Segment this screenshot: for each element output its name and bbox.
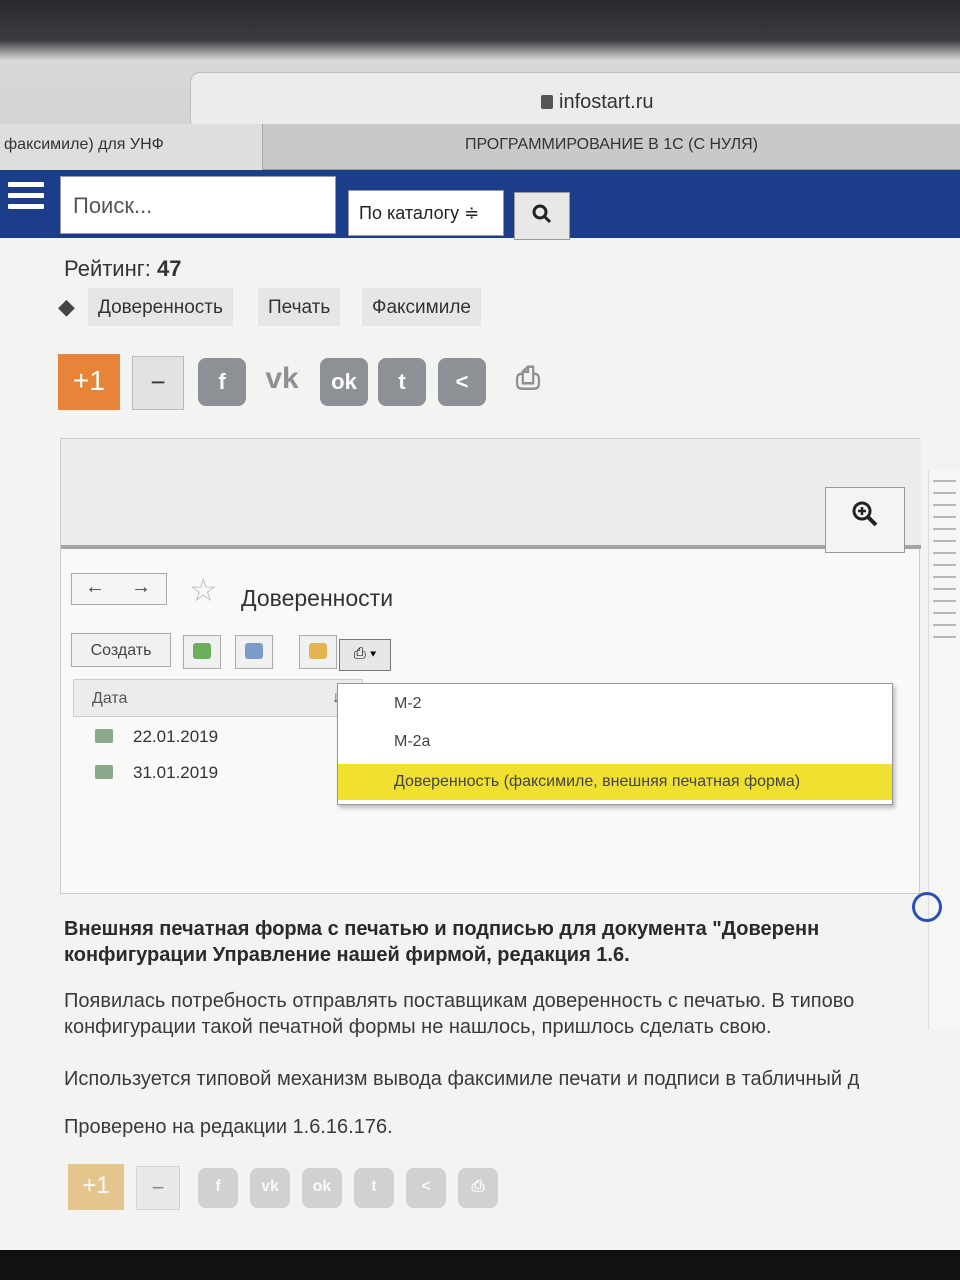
search-input[interactable]: Поиск... (60, 176, 336, 234)
forward-arrow-icon[interactable]: → (118, 574, 164, 599)
twitter-icon[interactable]: t (354, 1168, 394, 1208)
lock-icon (541, 95, 553, 109)
row-date: 31.01.2019 (133, 763, 219, 782)
grid-header: Дата ↓ (73, 679, 363, 717)
catalog-select[interactable]: По каталогу ≑ (348, 190, 504, 236)
search-icon (532, 204, 552, 224)
paragraph-3: Проверено на редакции 1.6.16.176. (64, 1116, 393, 1138)
minus-button-bottom[interactable]: − (136, 1166, 180, 1210)
panel-top (61, 439, 921, 549)
document-icon (95, 765, 113, 779)
page: Поиск... По каталогу ≑ Рейтинг: 47 ◆ Дов… (0, 170, 960, 1250)
p1-line-2: конфигурации такой печатной формы не наш… (64, 1016, 772, 1038)
description-title: Внешняя печатная форма с печатью и подпи… (64, 916, 960, 968)
share-row-bottom: +1 − f vk ok t < ⎙ (68, 1164, 528, 1210)
based-on-icon (245, 643, 263, 659)
share-row: +1 − f vk ok t < ⎙ (58, 354, 578, 414)
star-icon[interactable]: ☆ (189, 571, 218, 609)
rating: Рейтинг: 47 (64, 256, 182, 282)
paragraph-2: Используется типовой механизм вывода фак… (64, 1068, 860, 1090)
rating-value: 47 (157, 256, 182, 281)
menu-item-m2a[interactable]: М-2а (338, 724, 892, 760)
tag-facsimile[interactable]: Факсимиле (362, 288, 481, 326)
title-line-1: Внешняя печатная форма с печатью и подпи… (64, 918, 820, 940)
paragraph-1: Появилась потребность отправлять поставщ… (64, 988, 960, 1040)
vk-icon[interactable]: vk (250, 1168, 290, 1208)
table-row[interactable]: 22.01.2019 (73, 719, 363, 755)
p1-line-1: Появилась потребность отправлять поставщ… (64, 990, 855, 1012)
plus-one-button-bottom[interactable]: +1 (68, 1164, 124, 1210)
site-header: Поиск... По каталогу ≑ (0, 170, 960, 240)
url-value: infostart.ru (559, 91, 654, 113)
table-row[interactable]: 31.01.2019 (73, 755, 363, 791)
browser-tabs: факсимиле) для УНФ ПРОГРАММИРОВАНИЕ В 1С… (0, 124, 960, 170)
odnoklassniki-icon[interactable]: ok (302, 1168, 342, 1208)
tag-print[interactable]: Печать (258, 288, 341, 326)
menu-item-m2[interactable]: М-2 (338, 686, 892, 722)
print-icon[interactable]: ⎙ (504, 358, 552, 406)
tab-programming[interactable]: ПРОГРАММИРОВАНИЕ В 1С (С НУЛЯ) (262, 124, 960, 170)
screenshot-panel: ← → ☆ Доверенности Создать ⎙ ▾ Дата ↓ 22.… (60, 438, 921, 894)
tab-unf[interactable]: факсимиле) для УНФ (0, 124, 262, 170)
create-button[interactable]: Создать (71, 633, 171, 667)
nav-buttons: ← → (71, 573, 167, 605)
screen-bezel (0, 1250, 960, 1280)
tag-dover[interactable]: Доверенность (88, 288, 233, 326)
dropdown-arrow-icon: ▾ (369, 645, 377, 662)
envelope-icon (309, 643, 327, 659)
share-icon[interactable]: < (406, 1168, 446, 1208)
minus-button[interactable]: − (132, 356, 184, 410)
email-button[interactable] (299, 635, 337, 669)
form-title: Доверенности (241, 585, 394, 611)
rating-label: Рейтинг: (64, 256, 151, 281)
column-date[interactable]: Дата (92, 690, 127, 707)
browser-chrome: infostart.ru (0, 0, 960, 130)
print-icon[interactable]: ⎙ (458, 1168, 498, 1208)
add-doc-icon (193, 643, 211, 659)
copy-doc-button[interactable] (183, 635, 221, 669)
title-line-2: конфигурации Управление нашей фирмой, ре… (64, 944, 630, 966)
vk-icon[interactable]: vk (258, 358, 306, 406)
url-text: infostart.ru (541, 91, 653, 114)
print-menu-button[interactable]: ⎙ ▾ (339, 639, 391, 671)
twitter-icon[interactable]: t (378, 358, 426, 406)
plus-one-button[interactable]: +1 (58, 354, 120, 410)
print-dropdown-menu: М-2 М-2а Доверенность (факсимиле, внешня… (337, 683, 893, 805)
search-button[interactable] (514, 192, 570, 240)
menu-icon[interactable] (8, 182, 44, 212)
tag-icon: ◆ (58, 294, 75, 319)
facebook-icon[interactable]: f (198, 1168, 238, 1208)
back-arrow-icon[interactable]: ← (72, 574, 118, 599)
row-date: 22.01.2019 (133, 727, 219, 746)
facebook-icon[interactable]: f (198, 358, 246, 406)
menu-item-facsimile[interactable]: Доверенность (факсимиле, внешняя печатна… (338, 764, 892, 800)
odnoklassniki-icon[interactable]: ok (320, 358, 368, 406)
share-icon[interactable]: < (438, 358, 486, 406)
add-based-button[interactable] (235, 635, 273, 669)
zoom-in-icon (852, 501, 878, 527)
document-icon (95, 729, 113, 743)
printer-icon: ⎙ (353, 645, 366, 662)
address-bar[interactable]: infostart.ru (190, 72, 960, 130)
zoom-button[interactable] (825, 487, 905, 553)
